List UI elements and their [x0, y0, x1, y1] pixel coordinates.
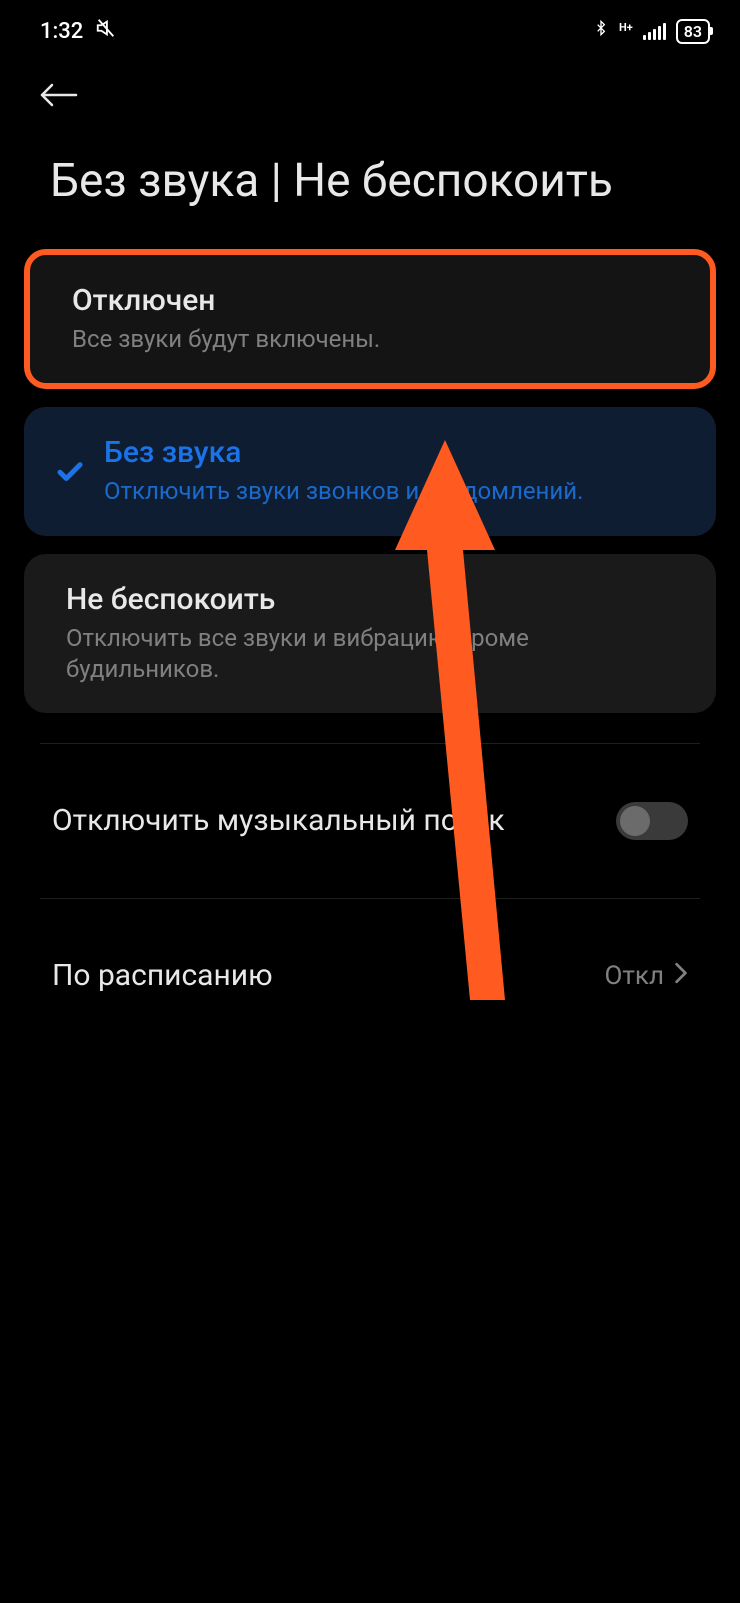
toggle-knob	[620, 806, 650, 836]
chevron-right-icon	[674, 961, 688, 991]
mute-icon	[95, 17, 117, 45]
schedule-row[interactable]: По расписанию Откл	[0, 929, 740, 1023]
divider	[40, 743, 700, 744]
bluetooth-icon	[593, 17, 609, 45]
mute-music-stream-row[interactable]: Отключить музыкальный поток	[0, 774, 740, 868]
status-time: 1:32	[40, 19, 83, 44]
status-bar: 1:32 H+ 83	[0, 0, 740, 50]
option-silent-title: Без звука	[104, 435, 686, 470]
battery-indicator: 83	[676, 19, 710, 44]
mode-options: Отключен Все звуки будут включены. Без з…	[0, 219, 740, 713]
check-icon	[54, 456, 86, 486]
mute-music-stream-toggle[interactable]	[616, 802, 688, 840]
status-left: 1:32	[40, 17, 117, 45]
header: Без звука | Не беспокоить	[0, 50, 740, 219]
mute-music-stream-label: Отключить музыкальный поток	[52, 802, 616, 840]
divider	[40, 898, 700, 899]
network-type: H+	[619, 22, 633, 33]
page-title: Без звука | Не беспокоить	[40, 154, 700, 209]
option-dnd-subtitle: Отключить все звуки и вибрацию, кроме бу…	[66, 623, 686, 685]
signal-icon	[643, 22, 666, 40]
schedule-label: По расписанию	[52, 957, 605, 995]
option-off-subtitle: Все звуки будут включены.	[72, 324, 680, 355]
back-button[interactable]	[40, 80, 80, 114]
option-silent[interactable]: Без звука Отключить звуки звонков и увед…	[24, 407, 716, 535]
option-dnd[interactable]: Не беспокоить Отключить все звуки и вибр…	[24, 554, 716, 713]
option-dnd-title: Не беспокоить	[66, 582, 686, 617]
option-off-title: Отключен	[72, 283, 680, 318]
schedule-value-group: Откл	[605, 961, 688, 991]
schedule-value: Откл	[605, 961, 664, 991]
status-right: H+ 83	[593, 17, 710, 45]
option-silent-subtitle: Отключить звуки звонков и уведомлений.	[104, 476, 686, 507]
option-off[interactable]: Отключен Все звуки будут включены.	[24, 249, 716, 389]
